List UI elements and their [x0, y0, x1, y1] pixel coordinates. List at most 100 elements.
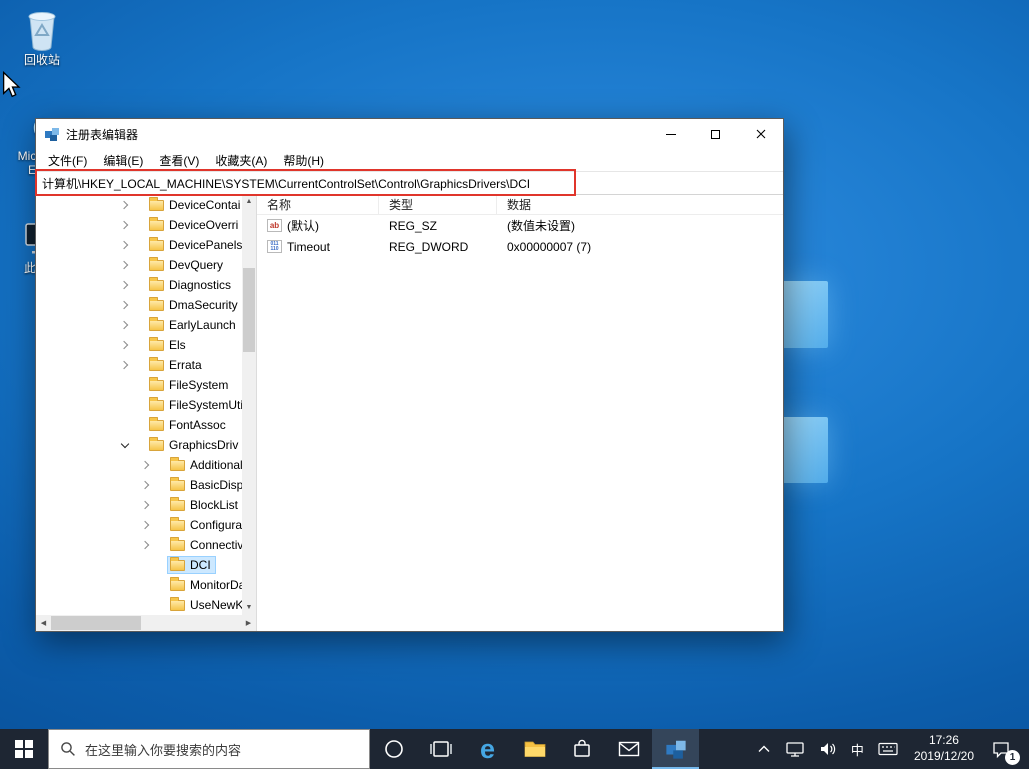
tree-item-monitorda[interactable]: MonitorDa: [36, 575, 242, 595]
chevron-right-icon[interactable]: [120, 240, 130, 250]
tree-item-devicecontai[interactable]: DeviceContai: [36, 195, 242, 215]
tree-item-dci[interactable]: DCI: [36, 555, 242, 575]
action-center-button[interactable]: 1: [983, 729, 1025, 769]
scroll-right-icon[interactable]: ▶: [241, 619, 256, 627]
chevron-right-icon[interactable]: [120, 200, 130, 210]
tray-expand-button[interactable]: [750, 729, 778, 769]
address-bar[interactable]: 计算机\HKEY_LOCAL_MACHINE\SYSTEM\CurrentCon…: [36, 171, 783, 195]
tray-network-button[interactable]: [778, 729, 812, 769]
tree-item-devicepanels[interactable]: DevicePanels: [36, 235, 242, 255]
chevron-right-icon[interactable]: [141, 480, 151, 490]
tree-item-configurat[interactable]: Configurat: [36, 515, 242, 535]
windows-start-icon: [15, 740, 33, 758]
folder-icon: [149, 396, 164, 411]
scroll-up-icon[interactable]: ▲: [242, 195, 256, 209]
tree-item-fontassoc[interactable]: FontAssoc: [36, 415, 242, 435]
file-explorer-icon: [524, 741, 545, 757]
network-icon: [786, 742, 804, 757]
tray-touch-keyboard-button[interactable]: [871, 729, 905, 769]
taskbar-file-explorer-button[interactable]: [511, 729, 558, 769]
folder-icon: [149, 436, 164, 451]
chevron-right-icon[interactable]: [141, 540, 151, 550]
chevron-right-icon[interactable]: [120, 340, 130, 350]
taskbar: 在这里输入你要搜索的内容 e 中 17:26 2019/12/20 1: [0, 729, 1029, 769]
chevron-right-icon[interactable]: [141, 460, 151, 470]
tree-item-blocklist[interactable]: BlockList: [36, 495, 242, 515]
taskbar-regedit-button[interactable]: [652, 729, 699, 769]
start-button[interactable]: [0, 729, 48, 769]
maximize-button[interactable]: [693, 119, 738, 149]
keyboard-icon: [878, 742, 898, 756]
tree-item-filesystemuti[interactable]: FileSystemUti: [36, 395, 242, 415]
chevron-right-icon[interactable]: [120, 300, 130, 310]
folder-icon: [149, 236, 164, 251]
menu-file[interactable]: 文件(F): [40, 150, 95, 171]
tree-item-label: BasicDispl: [190, 478, 242, 492]
taskbar-cortana-button[interactable]: [370, 729, 417, 769]
tree-item-connectivi[interactable]: Connectivi: [36, 535, 242, 555]
scrollbar-thumb[interactable]: [243, 268, 255, 352]
mouse-cursor: [1, 70, 21, 104]
chevron-right-icon[interactable]: [120, 260, 130, 270]
taskbar-store-button[interactable]: [558, 729, 605, 769]
value-row-(默认)[interactable]: (默认) REG_SZ (数值未设置): [257, 215, 783, 236]
chevron-right-icon[interactable]: [120, 320, 130, 330]
tree-horizontal-scrollbar[interactable]: ◀ ▶: [36, 615, 256, 631]
tree-item-label: BlockList: [190, 498, 239, 512]
tree-item-earlylaunch[interactable]: EarlyLaunch: [36, 315, 242, 335]
tree-item-usenewke[interactable]: UseNewKe: [36, 595, 242, 615]
taskbar-mail-button[interactable]: [605, 729, 652, 769]
taskbar-clock[interactable]: 17:26 2019/12/20: [905, 729, 983, 769]
value-row-Timeout[interactable]: Timeout REG_DWORD 0x00000007 (7): [257, 236, 783, 257]
scroll-down-icon[interactable]: ▼: [242, 601, 256, 615]
taskbar-edge-button[interactable]: e: [464, 729, 511, 769]
column-header-name[interactable]: 名称: [257, 195, 379, 214]
tree-item-additional[interactable]: Additional: [36, 455, 242, 475]
clock-time: 17:26: [928, 733, 959, 748]
menu-edit[interactable]: 编辑(E): [95, 150, 151, 171]
taskbar-search-box[interactable]: 在这里输入你要搜索的内容: [48, 729, 370, 769]
reg-dword-icon: [267, 240, 282, 253]
cortana-icon: [384, 740, 403, 758]
chevron-right-icon[interactable]: [120, 280, 130, 290]
menu-view[interactable]: 查看(V): [151, 150, 207, 171]
folder-icon: [170, 556, 185, 571]
column-header-type[interactable]: 类型: [379, 195, 497, 214]
value-data: 0x00000007 (7): [507, 239, 592, 254]
chevron-right-icon[interactable]: [120, 220, 130, 230]
recycle-bin-icon: [20, 8, 64, 52]
search-icon: [61, 742, 75, 756]
minimize-button[interactable]: [648, 119, 693, 149]
folder-icon: [170, 596, 185, 611]
tree-item-errata[interactable]: Errata: [36, 355, 242, 375]
value-name: Timeout: [287, 239, 330, 254]
tree-item-label: MonitorDa: [190, 578, 242, 592]
desktop-icon-recycle-bin[interactable]: 回收站: [8, 8, 76, 68]
tree-item-devquery[interactable]: DevQuery: [36, 255, 242, 275]
tray-volume-button[interactable]: [812, 729, 844, 769]
column-header-data[interactable]: 数据: [497, 195, 783, 214]
tree-item-filesystem[interactable]: FileSystem: [36, 375, 242, 395]
tree-item-deviceoverri[interactable]: DeviceOverri: [36, 215, 242, 235]
chevron-down-icon[interactable]: [120, 440, 130, 450]
taskbar-task-view-button[interactable]: [417, 729, 464, 769]
chevron-right-icon[interactable]: [141, 500, 151, 510]
tray-ime-button[interactable]: 中: [844, 729, 871, 769]
chevron-right-icon[interactable]: [141, 520, 151, 530]
tree-item-els[interactable]: Els: [36, 335, 242, 355]
chevron-right-icon[interactable]: [120, 360, 130, 370]
tree-item-diagnostics[interactable]: Diagnostics: [36, 275, 242, 295]
menu-favorites[interactable]: 收藏夹(A): [207, 150, 275, 171]
tree-item-basicdispl[interactable]: BasicDispl: [36, 475, 242, 495]
minimize-icon: [665, 133, 676, 135]
tree-vertical-scrollbar[interactable]: ▲ ▼: [242, 195, 256, 615]
tree-item-label: Els: [169, 338, 186, 352]
menu-help[interactable]: 帮助(H): [275, 150, 332, 171]
scroll-left-icon[interactable]: ◀: [36, 619, 51, 627]
scrollbar-thumb[interactable]: [51, 616, 141, 630]
registry-editor-window: 注册表编辑器 文件(F) 编辑(E) 查看(V) 收藏夹(A) 帮助(H) 计算…: [35, 118, 784, 632]
close-button[interactable]: [738, 119, 783, 149]
tree-item-graphicsdriv[interactable]: GraphicsDriv: [36, 435, 242, 455]
folder-icon: [149, 356, 164, 371]
tree-item-dmasecurity[interactable]: DmaSecurity: [36, 295, 242, 315]
